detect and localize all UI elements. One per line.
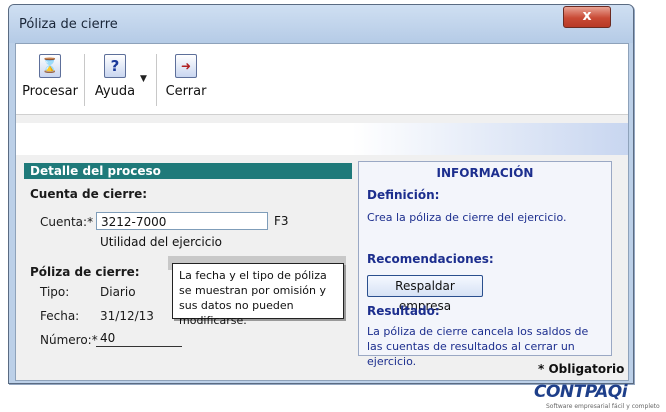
- title-bar[interactable]: Póliza de cierre x: [9, 5, 633, 43]
- help-icon: ?: [104, 54, 126, 78]
- toolbar-separator: [156, 54, 157, 106]
- poliza-de-cierre-window: Póliza de cierre x ⌛ Procesar ? Ayuda ▼ …: [8, 4, 634, 384]
- tipo-label: Tipo:: [40, 285, 70, 299]
- procesar-label: Procesar: [22, 84, 78, 99]
- poliza-section-title: Póliza de cierre:: [30, 265, 140, 279]
- respaldar-empresa-button[interactable]: Respaldar empresa: [367, 275, 483, 313]
- info-tooltip: La fecha y el tipo de póliza se muestran…: [172, 263, 344, 327]
- ayuda-button[interactable]: ? Ayuda: [92, 50, 138, 108]
- contpaqi-tagline: Software empresarial fácil y completo: [546, 403, 660, 410]
- contpaqi-logo: CONTPAQi Software empresarial fácil y co…: [534, 382, 660, 412]
- cuenta-label: Cuenta:*: [40, 215, 94, 229]
- definicion-text: Crea la póliza de cierre del ejercicio.: [367, 211, 567, 224]
- cuenta-section-title: Cuenta de cierre:: [30, 187, 148, 201]
- cerrar-button[interactable]: ➜ Cerrar: [164, 50, 208, 108]
- ayuda-label: Ayuda: [94, 84, 136, 99]
- client-area: ⌛ Procesar ? Ayuda ▼ ➜ Cerrar Detalle de…: [15, 43, 629, 381]
- informacion-title: INFORMACIÓN: [436, 166, 534, 180]
- numero-input[interactable]: 40: [96, 329, 182, 347]
- tipo-value: Diario: [100, 285, 136, 299]
- contpaqi-wordmark: CONTPAQi: [534, 382, 628, 402]
- toolbar-separator: [84, 54, 85, 106]
- obligatorio-note: * Obligatorio: [538, 362, 625, 376]
- toolbar: ⌛ Procesar ? Ayuda ▼ ➜ Cerrar: [16, 44, 628, 115]
- banner-bar: [16, 123, 628, 155]
- recomendaciones-label: Recomendaciones:: [367, 252, 494, 266]
- fecha-value: 31/12/13: [100, 309, 154, 323]
- resultado-label: Resultado:: [367, 304, 440, 318]
- informacion-panel: INFORMACIÓN Definición: Crea la póliza d…: [358, 161, 612, 368]
- ayuda-dropdown-caret-icon[interactable]: ▼: [140, 74, 147, 84]
- exit-door-icon: ➜: [175, 54, 197, 78]
- numero-label: Número:*: [40, 333, 98, 347]
- cuenta-description: Utilidad del ejercicio: [100, 235, 223, 249]
- fecha-label: Fecha:: [40, 309, 80, 323]
- definicion-label: Definición:: [367, 188, 440, 202]
- close-window-button[interactable]: x: [563, 6, 611, 28]
- cuenta-input[interactable]: 3212-7000: [96, 212, 268, 230]
- detalle-del-proceso-header: Detalle del proceso: [24, 163, 352, 179]
- hourglass-icon: ⌛: [39, 54, 61, 78]
- procesar-button[interactable]: ⌛ Procesar: [22, 50, 78, 108]
- cuenta-f3-shortcut[interactable]: F3: [274, 214, 289, 228]
- window-title: Póliza de cierre: [19, 17, 118, 32]
- cerrar-label: Cerrar: [165, 84, 207, 99]
